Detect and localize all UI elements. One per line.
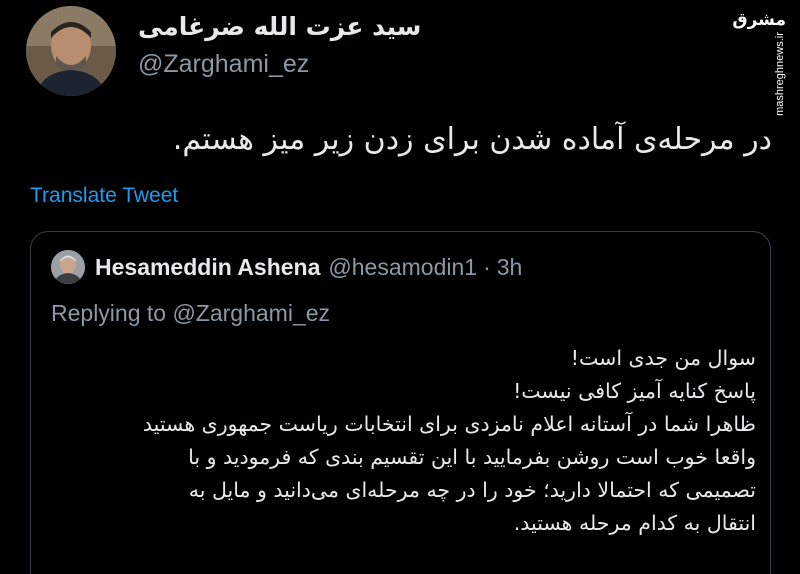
header-separator-dot: · — [483, 254, 491, 280]
quoted-tweet-body: سوال من جدی است! پاسخ کنایه آمیز کافی نی… — [56, 342, 756, 540]
author-avatar[interactable] — [26, 6, 116, 96]
translate-tweet-link[interactable]: Translate Tweet — [30, 184, 178, 208]
quoted-tweet-card[interactable]: Hesameddin Ashena @hesamodin1 · 3h Replying… — [30, 231, 771, 574]
author-avatar-image — [26, 6, 116, 96]
watermark-logo: مشرق — [732, 10, 786, 30]
tweet-text: در مرحله‌ی آماده شدن برای زدن زیر میز هس… — [172, 122, 772, 157]
quoted-author-name[interactable]: Hesameddin Ashena — [95, 254, 320, 280]
news-watermark: مشرق mashreghnews.ir — [732, 6, 792, 118]
quoted-body-line: تصمیمی که احتمالا دارید؛ خود را در چه مر… — [188, 478, 756, 502]
author-handle[interactable]: @Zarghami_ez — [138, 50, 309, 79]
quoted-body-line: واقعا خوب است روشن بفرمایید با این تقسیم… — [188, 445, 756, 469]
quoted-body-line: ظاهرا شما در آستانه اعلام نامزدی برای ان… — [142, 412, 756, 436]
quoted-body-line: سوال من جدی است! — [570, 346, 756, 370]
quoted-author-avatar[interactable] — [51, 250, 85, 284]
quoted-tweet-time[interactable]: 3h — [497, 254, 523, 280]
watermark-url: mashreghnews.ir — [774, 32, 787, 116]
quoted-body-line: پاسخ کنایه آمیز کافی نیست! — [513, 379, 756, 403]
quoted-tweet-header: Hesameddin Ashena @hesamodin1 · 3h — [95, 254, 522, 281]
quoted-author-handle[interactable]: @hesamodin1 — [328, 254, 477, 280]
author-display-name[interactable]: سید عزت الله ضرغامی — [138, 12, 421, 41]
replying-to-label[interactable]: Replying to @Zarghami_ez — [51, 300, 330, 327]
quoted-author-avatar-image — [51, 250, 85, 284]
quoted-body-line: انتقال به کدام مرحله هستید. — [513, 511, 756, 535]
